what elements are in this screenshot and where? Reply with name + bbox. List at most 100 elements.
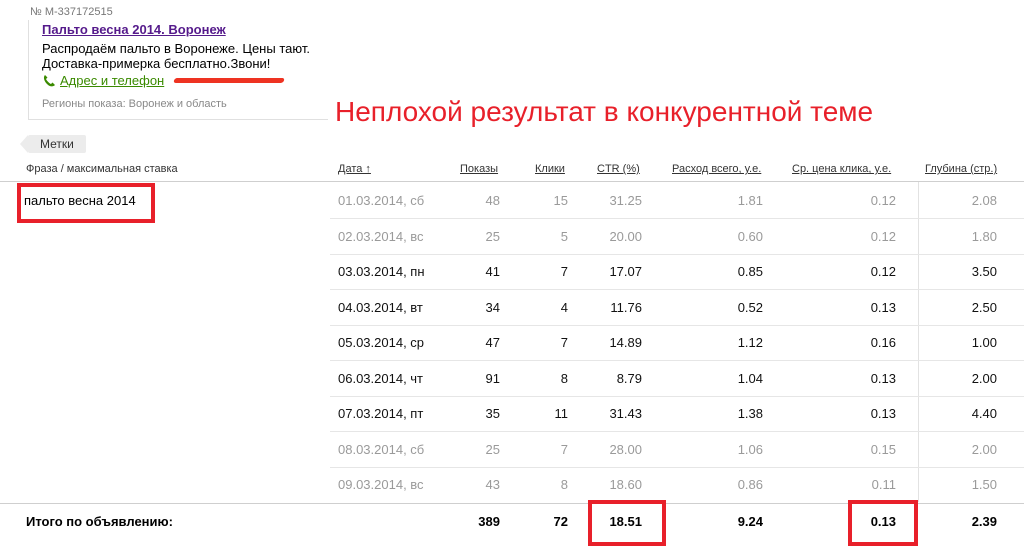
cell-date: 01.03.2014, сб <box>338 193 425 208</box>
cell-clicks: 8 <box>560 477 568 492</box>
cell-shows: 25 <box>485 228 500 244</box>
cell-date: 08.03.2014, сб <box>338 441 425 457</box>
cell-date: 06.03.2014, чт <box>338 370 424 386</box>
cell-spend: 1.12 <box>737 335 763 350</box>
total-spend: 9.24 <box>737 514 763 529</box>
header-phrase: Фраза / максимальная ставка <box>26 163 178 175</box>
header-cpc[interactable]: Ср. цена клика, у.е. <box>792 163 891 175</box>
cell-clicks: 8 <box>560 370 568 386</box>
header-spend[interactable]: Расход всего, у.е. <box>672 163 761 175</box>
cell-cpc: 0.11 <box>871 477 896 492</box>
total-depth: 2.39 <box>971 514 997 529</box>
cell-depth: 4.40 <box>971 406 997 421</box>
column-divider <box>918 182 919 502</box>
cell-cpc: 0.13 <box>870 406 896 421</box>
cell-cpc: 0.12 <box>870 264 896 279</box>
cell-cpc: 0.12 <box>870 193 896 208</box>
header-depth[interactable]: Глубина (стр.) <box>925 163 997 175</box>
cell-cpc: 0.16 <box>870 335 896 350</box>
cell-shows: 48 <box>485 193 500 208</box>
cell-spend: 1.81 <box>737 193 763 208</box>
cell-spend: 1.38 <box>737 406 763 421</box>
cell-date: 07.03.2014, пт <box>338 406 424 421</box>
cell-depth: 2.00 <box>971 441 997 457</box>
row-divider <box>330 324 1024 326</box>
cell-spend: 0.60 <box>737 228 763 244</box>
row-divider <box>330 431 1024 432</box>
cell-depth: 1.50 <box>971 477 997 492</box>
cell-shows: 35 <box>485 406 500 421</box>
cell-cpc: 0.13 <box>870 299 896 315</box>
cell-spend: 0.52 <box>737 299 763 315</box>
cell-spend: 0.86 <box>737 477 763 492</box>
ad-contact: Адрес и телефон <box>42 73 286 88</box>
tags-button[interactable]: Метки <box>20 135 86 153</box>
cell-clicks: 5 <box>560 228 568 244</box>
cell-depth: 1.00 <box>971 335 997 350</box>
highlight-phrase <box>17 183 155 223</box>
header-ctr[interactable]: CTR (%) <box>597 163 640 175</box>
row-divider <box>330 218 1024 219</box>
cell-depth: 1.80 <box>971 228 997 244</box>
cell-date: 04.03.2014, вт <box>338 299 423 315</box>
total-clicks: 72 <box>553 514 568 529</box>
cell-ctr: 8.79 <box>616 370 642 386</box>
cell-clicks: 4 <box>560 299 568 315</box>
cell-clicks: 7 <box>560 441 568 457</box>
cell-ctr: 31.43 <box>609 406 642 421</box>
cell-clicks: 7 <box>560 335 568 350</box>
cell-ctr: 17.07 <box>609 264 642 279</box>
cell-ctr: 28.00 <box>609 441 642 457</box>
row-divider <box>330 253 1024 255</box>
total-shows: 389 <box>478 514 500 529</box>
cell-ctr: 11.76 <box>610 299 642 315</box>
cell-date: 09.03.2014, вс <box>338 477 424 492</box>
header-date[interactable]: Дата ↑ <box>338 163 371 175</box>
cell-ctr: 31.25 <box>609 193 642 208</box>
row-divider <box>330 395 1024 397</box>
row-divider <box>330 289 1024 290</box>
cell-shows: 34 <box>485 299 500 315</box>
ad-title-link[interactable]: Пальто весна 2014. Воронеж <box>42 22 226 37</box>
cell-spend: 1.04 <box>737 370 763 386</box>
row-divider <box>330 466 1024 468</box>
cell-clicks: 15 <box>553 193 568 208</box>
header-shows[interactable]: Показы <box>460 163 498 175</box>
cell-ctr: 20.00 <box>609 228 642 244</box>
highlight-total-cpc <box>848 500 918 546</box>
total-label: Итого по объявлению: <box>26 514 173 529</box>
cell-date: 02.03.2014, вс <box>338 228 424 244</box>
ad-regions: Регионы показа: Воронеж и область <box>42 98 227 110</box>
cell-shows: 41 <box>485 264 500 279</box>
phone-icon <box>42 74 56 88</box>
header-clicks[interactable]: Клики <box>535 163 565 175</box>
ad-id: № M-337172515 <box>30 6 113 18</box>
cell-depth: 2.50 <box>971 299 997 315</box>
cell-clicks: 7 <box>560 264 568 279</box>
cell-cpc: 0.15 <box>870 441 896 457</box>
cell-shows: 25 <box>485 441 500 457</box>
cell-spend: 1.06 <box>737 441 763 457</box>
cell-depth: 3.50 <box>971 264 997 279</box>
cell-depth: 2.08 <box>971 193 997 208</box>
cell-clicks: 11 <box>554 406 569 421</box>
cell-shows: 47 <box>485 335 500 350</box>
cell-date: 05.03.2014, ср <box>338 335 425 350</box>
ad-text-line-2: Доставка-примерка бесплатно.Звони! <box>42 56 271 71</box>
cell-shows: 43 <box>485 477 500 492</box>
row-divider <box>330 360 1024 361</box>
cell-ctr: 18.60 <box>609 477 642 492</box>
ad-text-line-1: Распродаём пальто в Воронеже. Цены тают. <box>42 41 310 56</box>
contact-link[interactable]: Адрес и телефон <box>60 73 164 88</box>
header-divider <box>0 181 1024 182</box>
annotation-headline: Неплохой результат в конкурентной теме <box>335 96 874 127</box>
redaction-mark <box>173 78 286 83</box>
cell-ctr: 14.89 <box>609 335 642 350</box>
cell-date: 03.03.2014, пн <box>338 264 425 279</box>
cell-cpc: 0.12 <box>870 228 896 244</box>
cell-cpc: 0.13 <box>870 370 896 386</box>
highlight-total-ctr <box>588 500 666 546</box>
cell-depth: 2.00 <box>971 370 997 386</box>
cell-spend: 0.85 <box>737 264 763 279</box>
cell-shows: 91 <box>485 370 500 386</box>
